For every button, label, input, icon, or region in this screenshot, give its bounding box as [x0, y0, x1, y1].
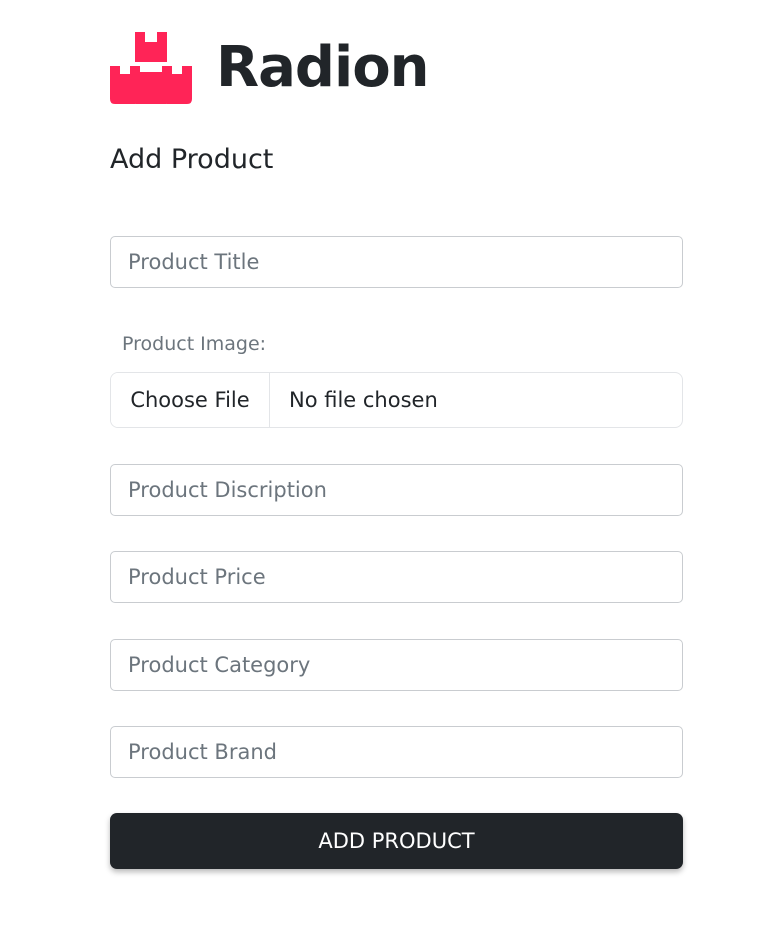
product-brand-input[interactable]	[110, 726, 683, 778]
product-title-input[interactable]	[110, 236, 683, 288]
file-status-text: No file chosen	[289, 388, 438, 412]
product-category-input[interactable]	[110, 639, 683, 691]
brand-header: Radion	[110, 32, 430, 104]
product-description-input[interactable]	[110, 464, 683, 516]
choose-file-button[interactable]: Choose File	[111, 373, 270, 427]
boxes-logo-icon	[110, 32, 192, 104]
product-image-label: Product Image:	[122, 333, 267, 355]
add-product-button[interactable]: ADD PRODUCT	[110, 813, 683, 869]
page-title: Add Product	[110, 144, 274, 175]
product-image-file-input[interactable]: Choose File No file chosen	[110, 372, 683, 428]
brand-name: Radion	[216, 35, 430, 100]
add-product-page: Radion Add Product Product Image: Choose…	[0, 0, 767, 946]
product-price-input[interactable]	[110, 551, 683, 603]
